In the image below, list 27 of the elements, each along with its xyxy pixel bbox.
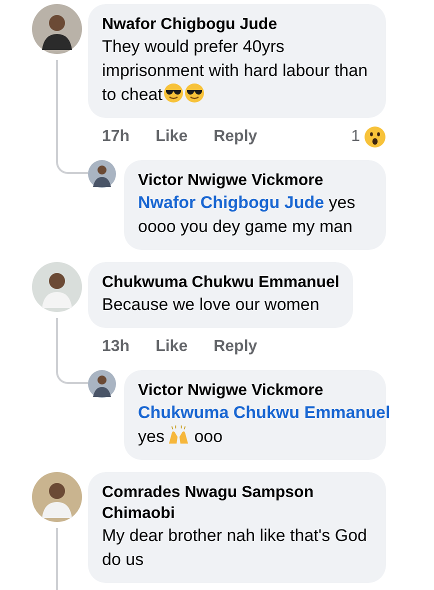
author-name[interactable]: Chukwuma Chukwu Emmanuel <box>102 272 340 293</box>
avatar[interactable] <box>32 472 82 522</box>
like-link[interactable]: Like <box>156 336 188 358</box>
avatar[interactable] <box>88 370 116 398</box>
timestamp: 17h <box>102 127 130 147</box>
comment-text: My dear brother nah like that's God do us <box>102 525 368 571</box>
author-name[interactable]: Nwafor Chigbogu Jude <box>102 14 372 35</box>
raised-hands-icon <box>168 425 190 445</box>
reply-link[interactable]: Reply <box>214 126 258 148</box>
mention-link[interactable]: Nwafor Chigbogu Jude <box>138 193 324 212</box>
author-name[interactable]: Victor Nwigwe Vickmore <box>138 380 372 401</box>
reply-link[interactable]: Reply <box>214 336 258 358</box>
comment-text: Because we love our women <box>102 294 320 316</box>
author-name[interactable]: Comrades Nwagu Sampson Chimaobi <box>102 482 372 524</box>
comment-text: They would prefer 40yrs imprisonment with hard labour than to cheat <box>102 36 369 106</box>
avatar[interactable] <box>32 262 82 312</box>
sunglasses-face-icon <box>184 83 204 103</box>
wow-reaction-icon[interactable] <box>364 126 386 148</box>
author-name[interactable]: Victor Nwigwe Vickmore <box>138 170 372 191</box>
timestamp: 13h <box>102 337 130 357</box>
like-link[interactable]: Like <box>156 126 188 148</box>
mention-link[interactable]: Chukwuma Chukwu Emmanuel <box>138 403 390 422</box>
sunglasses-face-icon <box>162 83 184 103</box>
comment-text: Nwafor Chigbogu Jude yes oooo you dey game my man <box>138 192 356 238</box>
avatar[interactable] <box>88 160 116 188</box>
reaction-count[interactable]: 1 <box>351 126 360 148</box>
avatar[interactable] <box>32 4 82 54</box>
